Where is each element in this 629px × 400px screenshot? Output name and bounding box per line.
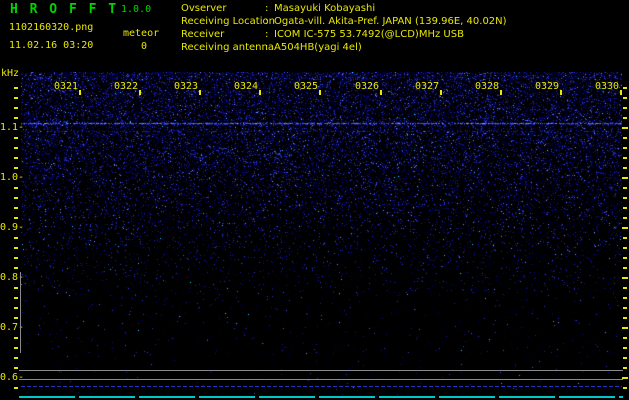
freq-minor-tick-right	[623, 207, 627, 209]
freq-minor-tick-right	[623, 187, 627, 189]
time-tick	[500, 90, 502, 95]
freq-minor-tick	[14, 87, 18, 89]
time-tick	[440, 90, 442, 95]
freq-minor-tick-right	[623, 257, 627, 259]
freq-major-tick-right	[622, 327, 628, 329]
time-tick	[79, 90, 81, 95]
time-tick-label: 0322	[114, 81, 139, 92]
freq-minor-tick-right	[623, 117, 627, 119]
freq-major-tick-right	[622, 127, 628, 129]
freq-minor-tick	[14, 117, 18, 119]
time-tick-label: 0326	[355, 81, 380, 92]
freq-major-tick-right	[622, 177, 628, 179]
freq-minor-tick-right	[623, 267, 627, 269]
time-tick-label: 0324	[234, 81, 259, 92]
time-tick	[319, 90, 321, 95]
freq-tick-label: 0.9-	[0, 222, 25, 233]
reference-line-gray-upper	[19, 370, 623, 371]
freq-minor-tick-right	[623, 247, 627, 249]
time-tick-label: 0323	[174, 81, 199, 92]
freq-minor-tick	[14, 157, 18, 159]
freq-tick-label: 0.6-	[0, 372, 25, 383]
freq-minor-tick	[14, 257, 18, 259]
time-tick-label: 0328	[475, 81, 500, 92]
freq-minor-tick	[14, 167, 18, 169]
freq-minor-tick	[14, 137, 18, 139]
freq-minor-tick-right	[623, 307, 627, 309]
freq-tick-label: 1.1-	[0, 122, 25, 133]
freq-minor-tick-right	[623, 157, 627, 159]
freq-minor-tick-right	[623, 347, 627, 349]
freq-minor-tick	[14, 247, 18, 249]
freq-minor-tick-right	[623, 137, 627, 139]
freq-axis-unit-label: kHz	[1, 68, 20, 79]
freq-minor-tick	[14, 187, 18, 189]
reference-line-gray-lower	[19, 379, 623, 380]
time-tick-label: 0330	[595, 81, 620, 92]
hrofft-screen: H R O F F T 1.0.0 1102160320.png 11.02.1…	[0, 0, 629, 400]
freq-minor-tick-right	[623, 167, 627, 169]
freq-minor-tick-right	[623, 317, 627, 319]
time-tick-label: 0327	[415, 81, 440, 92]
time-tick	[259, 90, 261, 95]
freq-minor-tick-right	[623, 217, 627, 219]
freq-minor-tick	[14, 197, 18, 199]
freq-tick-label: 1.0-	[0, 172, 25, 183]
freq-minor-tick	[14, 217, 18, 219]
freq-minor-tick	[14, 307, 18, 309]
freq-minor-tick-right	[623, 87, 627, 89]
freq-minor-tick-right	[623, 387, 627, 389]
reference-line-level-trace	[21, 386, 622, 387]
freq-minor-tick-right	[623, 297, 627, 299]
freq-minor-tick	[14, 107, 18, 109]
freq-minor-tick	[14, 97, 18, 99]
freq-minor-tick	[14, 337, 18, 339]
time-tick-label: 0321	[54, 81, 79, 92]
reference-line-scale-bar	[20, 272, 21, 353]
time-tick-label: 0329	[535, 81, 560, 92]
freq-minor-tick-right	[623, 237, 627, 239]
freq-minor-tick-right	[623, 97, 627, 99]
freq-minor-tick	[14, 147, 18, 149]
reference-line-baseline	[19, 396, 623, 398]
freq-minor-tick	[14, 287, 18, 289]
time-tick	[380, 90, 382, 95]
freq-minor-tick-right	[623, 287, 627, 289]
time-tick-label: 0325	[294, 81, 319, 92]
freq-minor-tick-right	[623, 197, 627, 199]
time-tick	[560, 90, 562, 95]
spectrogram-plot: kHz 1.1- 1.0- 0.9- 0.8- 0.7- 0.6- 0321 0322 0323…	[0, 0, 629, 400]
freq-minor-tick	[14, 207, 18, 209]
freq-minor-tick	[14, 367, 18, 369]
freq-minor-tick-right	[623, 147, 627, 149]
freq-minor-tick-right	[623, 337, 627, 339]
spectrogram-canvas	[21, 72, 622, 398]
freq-minor-tick	[14, 357, 18, 359]
time-tick	[199, 90, 201, 95]
freq-minor-tick	[14, 347, 18, 349]
freq-minor-tick	[14, 317, 18, 319]
freq-minor-tick	[14, 267, 18, 269]
freq-major-tick-right	[622, 227, 628, 229]
time-tick	[139, 90, 141, 95]
freq-minor-tick	[14, 237, 18, 239]
freq-minor-tick	[14, 297, 18, 299]
time-tick	[620, 90, 622, 95]
freq-major-tick-right	[622, 277, 628, 279]
freq-minor-tick	[14, 387, 18, 389]
freq-minor-tick-right	[623, 367, 627, 369]
freq-minor-tick-right	[623, 357, 627, 359]
freq-minor-tick-right	[623, 107, 627, 109]
